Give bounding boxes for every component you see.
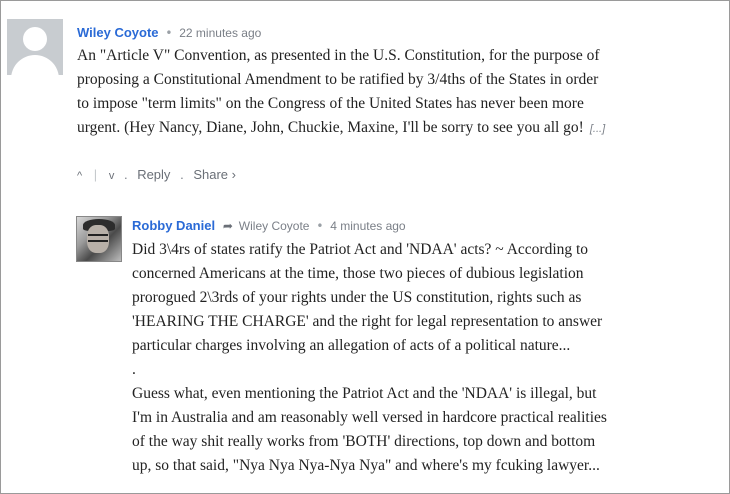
comment-line: concerned Americans at the time, those t… (132, 265, 584, 282)
meta-separator: • (165, 26, 173, 40)
avatar-head-shape (23, 27, 47, 51)
comment-body: An "Article V" Convention, as presented … (77, 44, 605, 141)
upvote-icon[interactable]: ^ (77, 170, 82, 182)
comment-line: I'm in Australia and am reasonably well … (132, 409, 607, 426)
meta-separator: • (316, 219, 324, 233)
comment-line-text: urgent. (Hey Nancy, Diane, John, Chuckie… (77, 119, 584, 136)
reply-button[interactable]: Reply (137, 167, 170, 182)
comments-panel: Wiley Coyote • 22 minutes ago An "Articl… (0, 0, 730, 494)
comment-actions: ^ | v . Reply . Share › (77, 167, 236, 182)
comment-header: Wiley Coyote • 22 minutes ago (77, 25, 261, 41)
comment-line: Did 3\4rs of states ratify the Patriot A… (132, 241, 589, 258)
comment-line-last: urgent. (Hey Nancy, Diane, John, Chuckie… (77, 116, 605, 141)
comment-line: . (132, 361, 136, 378)
comment-line: to impose "term limits" on the Congress … (77, 95, 584, 112)
author-name[interactable]: Wiley Coyote (77, 25, 159, 40)
comment-line: proposing a Constitutional Amendment to … (77, 71, 599, 88)
author-name[interactable]: Robby Daniel (132, 218, 215, 233)
comment-line: particular charges involving an allegati… (132, 337, 571, 354)
comment-line: prorogued 2\3rds of your rights under th… (132, 289, 582, 306)
avatar[interactable] (7, 19, 63, 75)
avatar-glasses-shape (88, 234, 108, 242)
timestamp[interactable]: 22 minutes ago (179, 26, 261, 40)
timestamp[interactable]: 4 minutes ago (330, 219, 405, 233)
comment-body: Did 3\4rs of states ratify the Patriot A… (132, 238, 607, 478)
action-separator: . (180, 167, 184, 182)
comment-line: 'HEARING THE CHARGE' and the right for l… (132, 313, 603, 330)
read-more-link[interactable]: [...] (590, 123, 605, 135)
downvote-icon[interactable]: v (109, 170, 115, 182)
vote-divider: | (93, 167, 98, 182)
share-button[interactable]: Share › (193, 167, 236, 182)
avatar-shoulders-shape (11, 55, 59, 75)
reply-arrow-icon: ➦ (222, 219, 233, 233)
comment-line: up, so that said, "Nya Nya Nya-Nya Nya" … (132, 457, 600, 474)
comment-header: Robby Daniel ➦ Wiley Coyote • 4 minutes … (132, 218, 406, 234)
action-separator: . (123, 167, 128, 182)
comment-line: An "Article V" Convention, as presented … (77, 47, 600, 64)
comment-line: of the way shit really works from 'BOTH'… (132, 433, 596, 450)
reply-to-name[interactable]: Wiley Coyote (239, 219, 310, 233)
comment-line: Guess what, even mentioning the Patriot … (132, 385, 597, 402)
avatar[interactable] (76, 216, 122, 262)
